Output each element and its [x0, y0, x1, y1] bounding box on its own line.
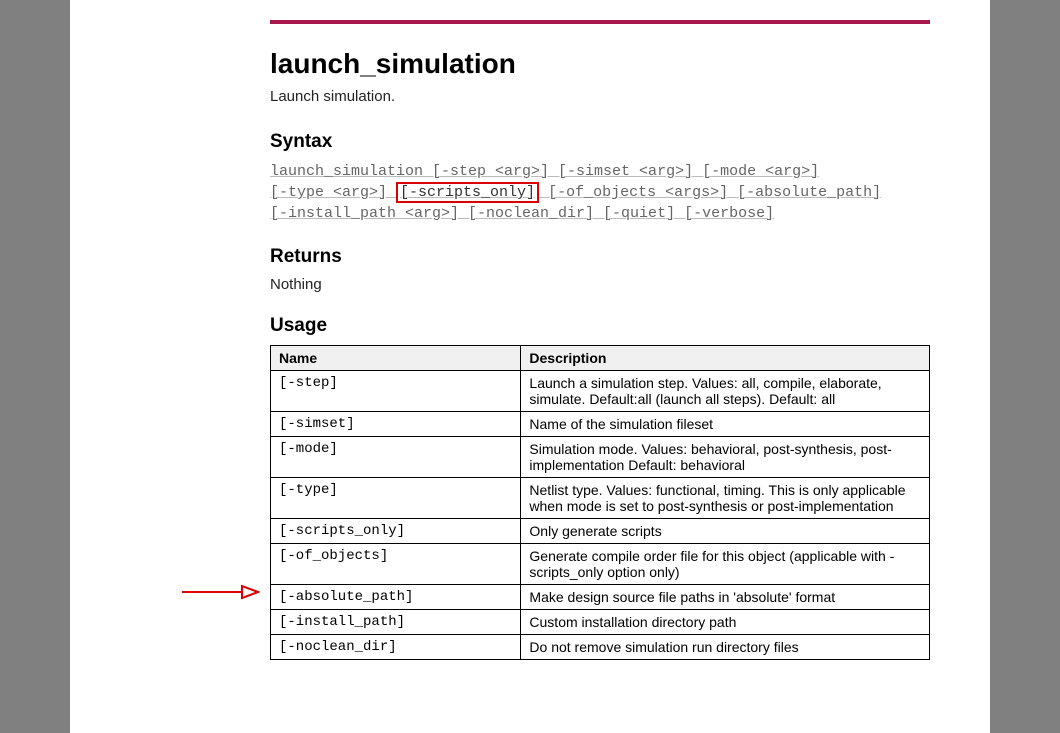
usage-th-name: Name: [271, 346, 521, 371]
table-row: [-noclean_dir]Do not remove simulation r…: [271, 635, 930, 660]
option-name: [-simset]: [271, 412, 521, 437]
option-description: Netlist type. Values: functional, timing…: [521, 478, 930, 519]
table-row: [-install_path]Custom installation direc…: [271, 610, 930, 635]
top-divider: [270, 20, 930, 24]
option-description: Do not remove simulation run directory f…: [521, 635, 930, 660]
usage-th-desc: Description: [521, 346, 930, 371]
option-name: [-mode]: [271, 437, 521, 478]
option-description: Custom installation directory path: [521, 610, 930, 635]
option-name: [-scripts_only]: [271, 519, 521, 544]
option-name: [-type]: [271, 478, 521, 519]
content-column: launch_simulation Launch simulation. Syn…: [270, 48, 930, 660]
usage-table: Name Description [-step]Launch a simulat…: [270, 345, 930, 660]
syntax-heading: Syntax: [270, 131, 930, 153]
table-row: [-absolute_path]Make design source file …: [271, 585, 930, 610]
table-row: [-step]Launch a simulation step. Values:…: [271, 371, 930, 412]
option-name: [-install_path]: [271, 610, 521, 635]
option-description: Generate compile order file for this obj…: [521, 544, 930, 585]
syntax-highlight-scripts-only: [-scripts_only]: [396, 182, 539, 203]
option-description: Only generate scripts: [521, 519, 930, 544]
option-description: Launch a simulation step. Values: all, c…: [521, 371, 930, 412]
short-description: Launch simulation.: [270, 88, 930, 105]
syntax-line-2b: [-of_objects <args>] [-absolute_path]: [539, 184, 881, 201]
returns-value: Nothing: [270, 276, 930, 293]
table-row: [-mode]Simulation mode. Values: behavior…: [271, 437, 930, 478]
usage-heading: Usage: [270, 315, 930, 337]
doc-page: launch_simulation Launch simulation. Syn…: [70, 0, 990, 733]
returns-heading: Returns: [270, 246, 930, 268]
table-row: [-scripts_only]Only generate scripts: [271, 519, 930, 544]
table-row: [-of_objects]Generate compile order file…: [271, 544, 930, 585]
option-name: [-noclean_dir]: [271, 635, 521, 660]
page-title: launch_simulation: [270, 48, 930, 80]
option-name: [-step]: [271, 371, 521, 412]
option-description: Simulation mode. Values: behavioral, pos…: [521, 437, 930, 478]
syntax-block: launch_simulation [-step <arg>] [-simset…: [270, 161, 930, 224]
option-name: [-absolute_path]: [271, 585, 521, 610]
table-row: [-simset]Name of the simulation fileset: [271, 412, 930, 437]
syntax-line-1: launch_simulation [-step <arg>] [-simset…: [270, 163, 819, 180]
annotation-arrow-icon: [180, 582, 260, 602]
table-row: [-type]Netlist type. Values: functional,…: [271, 478, 930, 519]
syntax-line-2a: [-type <arg>]: [270, 184, 396, 201]
option-name: [-of_objects]: [271, 544, 521, 585]
option-description: Make design source file paths in 'absolu…: [521, 585, 930, 610]
option-description: Name of the simulation fileset: [521, 412, 930, 437]
syntax-line-3: [-install_path <arg>] [-noclean_dir] [-q…: [270, 205, 774, 222]
